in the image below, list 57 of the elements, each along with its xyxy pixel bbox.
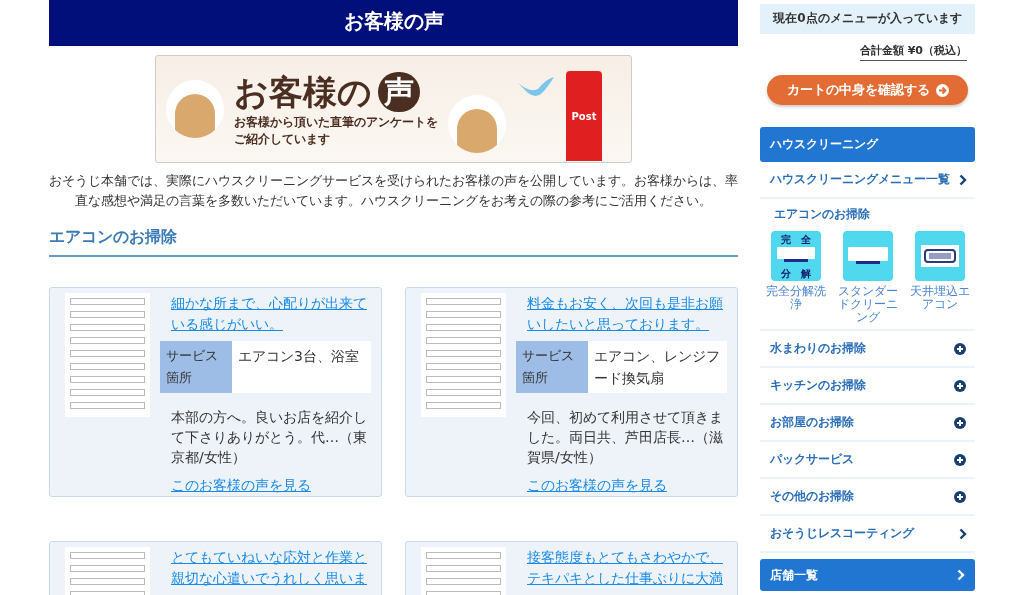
air-conditioner-tile[interactable] (842, 231, 893, 281)
mailbox: Post (566, 71, 602, 161)
table-header-cell: サービス箇所 (516, 341, 588, 393)
questionnaire-thumbnail[interactable] (421, 293, 506, 417)
cart-notice: 現在0点のメニューが入っています (760, 4, 975, 34)
sidebar-link[interactable]: おそうじレスコーティング (760, 516, 975, 553)
tile-mark: 解 (800, 267, 811, 281)
view-cart-button[interactable]: カートの中身を確認する (767, 75, 968, 105)
plus-circle-icon (953, 452, 967, 467)
plus-circle-icon (953, 415, 967, 430)
review-link[interactable]: このお客様の声を見る (527, 475, 727, 496)
section-heading: エアコンのお掃除 (49, 217, 738, 257)
page-title: お客様の声 (49, 0, 738, 46)
review-link[interactable]: このお客様の声を見る (171, 475, 371, 496)
table-cell-text: エアコン3台、浴室 (237, 347, 360, 366)
arrow-circle-icon (935, 83, 949, 97)
review-excerpt: 本部の方へ。良いお店を紹介して下さりありがとう。代…（東京都/女性） (171, 408, 368, 467)
sidebar-heading: エアコンのお掃除 (773, 207, 871, 222)
intro-text: おそうじ本舗では、実際にハウスクリーニングサービスを受けられたお客様の声を公開しています。お客様からは、率直な感想や満足の言葉を多数いただいています。ハウスクリーニングをお考えの際の参考にご活用ください。 (49, 172, 738, 210)
sidebar-item[interactable]: 水まわりのお掃除 (760, 331, 975, 368)
banner-title: お客様の (234, 72, 372, 112)
sidebar-item[interactable]: その他のお掃除 (760, 479, 975, 516)
review-excerpt: 今回、初めて利用させて頂きました。両日共、芦田店長…（滋賀県/女性） (527, 408, 724, 467)
ceiling-air-conditioner-icon (920, 245, 959, 267)
sidebar-header: ハウスクリーニング (760, 127, 975, 162)
speech-bubble: 声 (378, 72, 420, 112)
banner-subtitle: お客様から頂いた直筆のアンケートを (234, 115, 438, 129)
tile-caption[interactable]: 完全分解洗浄 (760, 285, 831, 311)
plus-circle-icon (953, 489, 967, 504)
sidebar-item[interactable]: キッチンのお掃除 (760, 368, 975, 405)
table-header-cell: サービス箇所 (160, 341, 232, 393)
tile-caption[interactable]: スタンダードクリーニング (832, 285, 903, 324)
chevron-right-icon (959, 527, 967, 540)
plus-circle-icon (953, 341, 967, 356)
cart-total: 合計金額 ¥0（税込） (859, 43, 967, 61)
chevron-right-icon (959, 173, 967, 186)
tile-mark: 分 (780, 267, 791, 281)
air-conditioner-icon (847, 247, 888, 265)
air-conditioner-tile[interactable] (914, 231, 965, 281)
sidebar-item[interactable]: パックサービス (760, 442, 975, 479)
review-title-link[interactable]: 細かな所まで、心配りが出来ている感じがいい。 (171, 293, 371, 335)
air-conditioner-tile[interactable]: 完 全 分 解 (770, 231, 821, 281)
store-list-button[interactable]: 店舗一覧 (760, 559, 975, 591)
sidebar-item[interactable]: お部屋のお掃除 (760, 405, 975, 442)
sidebar-link[interactable]: ハウスクリーニングメニュー一覧 (760, 162, 975, 199)
review-title-link[interactable]: 料金もお安く、次回も是非お願いしたいと思っております。 (527, 293, 727, 335)
tile-caption[interactable]: 天井埋込エアコン (904, 285, 975, 311)
plus-circle-icon (953, 378, 967, 393)
chevron-right-icon (957, 569, 965, 581)
questionnaire-thumbnail[interactable] (65, 293, 150, 417)
tile-mark: 完 (780, 233, 791, 247)
table-cell-text: エアコン、レンジフード換気扇 (593, 347, 721, 388)
tile-mark: 全 (800, 233, 811, 247)
banner-subtitle: ご紹介しています (234, 132, 331, 146)
review-title-link[interactable]: とてもていねいな応対と作業と親切な心遣いでうれしく思いま (171, 547, 371, 589)
air-conditioner-icon (776, 247, 815, 263)
review-title-link[interactable]: 接客態度もとてもさわやかで、テキパキとした仕事ぶりに大満 (527, 547, 727, 589)
